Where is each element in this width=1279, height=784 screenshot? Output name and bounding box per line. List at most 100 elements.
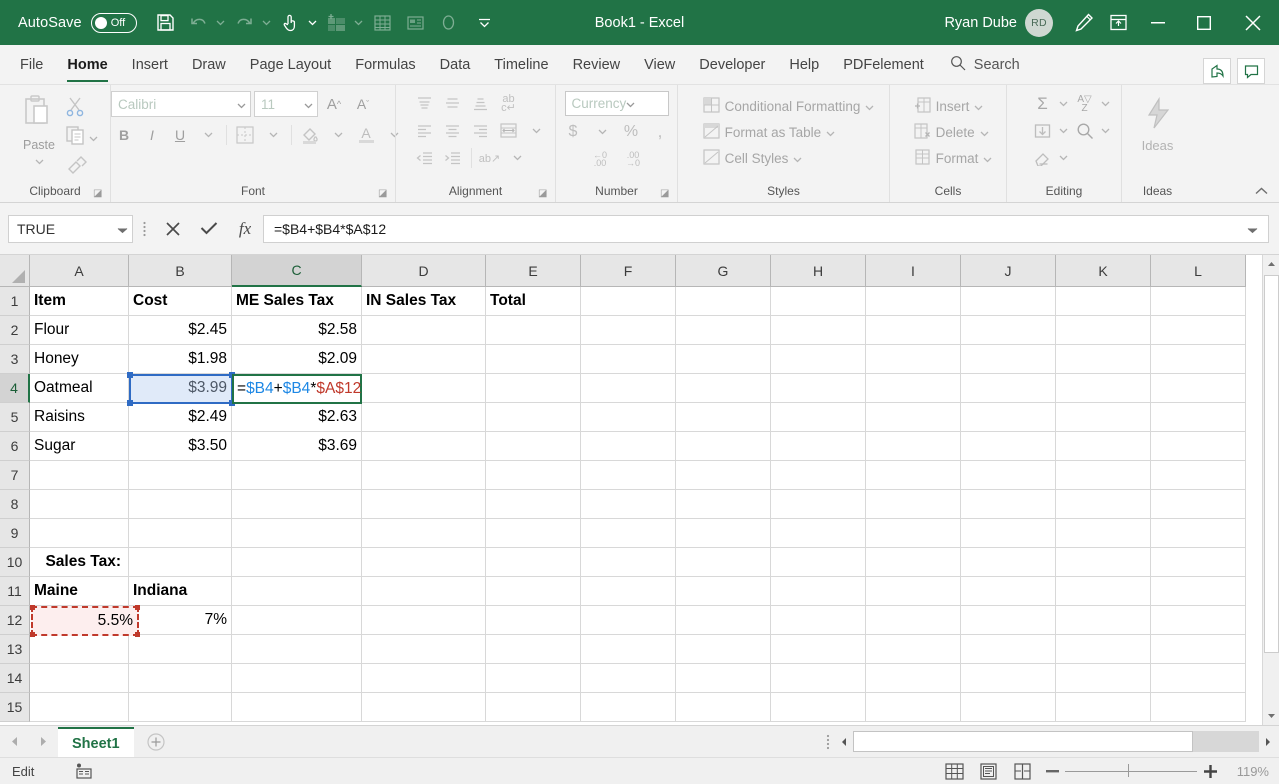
cell-H10[interactable] — [771, 548, 866, 577]
cell-K11[interactable] — [1056, 577, 1151, 606]
cell-A15[interactable] — [30, 693, 129, 722]
fill-icon[interactable] — [1030, 118, 1056, 144]
align-top-icon[interactable] — [412, 91, 438, 117]
increase-decimal-icon[interactable]: ←0.00 — [587, 146, 613, 172]
horizontal-scrollbar-track[interactable] — [853, 731, 1259, 752]
maximize-button[interactable] — [1181, 0, 1227, 45]
fill-chevron-down-icon[interactable] — [1057, 118, 1071, 144]
clear-chevron-down-icon[interactable] — [1057, 145, 1071, 171]
cell-A2[interactable]: Flour — [30, 316, 129, 345]
cell-E10[interactable] — [486, 548, 581, 577]
cell-A3[interactable]: Honey — [30, 345, 129, 374]
cell-B10[interactable] — [129, 548, 232, 577]
cell-I8[interactable] — [866, 490, 961, 519]
insert-function-icon[interactable]: fx — [227, 214, 263, 244]
autosave-toggle[interactable]: Off — [90, 12, 137, 33]
cell-A5[interactable]: Raisins — [30, 403, 129, 432]
cell-J5[interactable] — [961, 403, 1056, 432]
sheet-area-resize-grip[interactable] — [821, 732, 835, 752]
cell-K1[interactable] — [1056, 287, 1151, 316]
underline-chevron-down-icon[interactable] — [195, 122, 221, 148]
cell-F13[interactable] — [581, 635, 676, 664]
cell-D11[interactable] — [362, 577, 486, 606]
cell-E9[interactable] — [486, 519, 581, 548]
increase-indent-icon[interactable] — [440, 145, 466, 171]
cell-E15[interactable] — [486, 693, 581, 722]
tab-developer[interactable]: Developer — [687, 46, 777, 84]
tab-home[interactable]: Home — [55, 46, 119, 84]
insert-cells-chevron-down-icon[interactable] — [974, 99, 983, 114]
cell-I13[interactable] — [866, 635, 961, 664]
column-header-B[interactable]: B — [129, 255, 232, 287]
cell-L7[interactable] — [1151, 461, 1246, 490]
fill-color-chevron-down-icon[interactable] — [325, 122, 351, 148]
cell-G8[interactable] — [676, 490, 771, 519]
cell-D14[interactable] — [362, 664, 486, 693]
expand-formula-bar-chevron-down-icon[interactable] — [1247, 221, 1262, 237]
fill-color-icon[interactable] — [297, 122, 323, 148]
cell-F4[interactable] — [581, 374, 676, 403]
paste-button[interactable]: Paste — [12, 91, 66, 170]
cell-F10[interactable] — [581, 548, 676, 577]
cell-J2[interactable] — [961, 316, 1056, 345]
cell-D7[interactable] — [362, 461, 486, 490]
cell-L12[interactable] — [1151, 606, 1246, 635]
cell-H8[interactable] — [771, 490, 866, 519]
save-icon[interactable] — [151, 8, 181, 38]
cell-I9[interactable] — [866, 519, 961, 548]
spreadsheet-grid[interactable]: A B C D E F G H I J K L 1 2 3 4 5 6 7 8 … — [0, 255, 1279, 725]
cell-E5[interactable] — [486, 403, 581, 432]
wrap-text-chevron-down-icon[interactable] — [524, 118, 550, 144]
record-icon[interactable] — [434, 8, 464, 38]
cell-L14[interactable] — [1151, 664, 1246, 693]
conditional-formatting-button[interactable]: Conditional Formatting — [702, 94, 875, 119]
sheet-tab-sheet1[interactable]: Sheet1 — [58, 727, 134, 758]
cell-L8[interactable] — [1151, 490, 1246, 519]
cell-I15[interactable] — [866, 693, 961, 722]
cell-J9[interactable] — [961, 519, 1056, 548]
cell-I3[interactable] — [866, 345, 961, 374]
formula-bar-grip[interactable] — [133, 221, 155, 237]
cell-L3[interactable] — [1151, 345, 1246, 374]
row-header-15[interactable]: 15 — [0, 693, 30, 722]
wrap-text-icon[interactable] — [496, 118, 522, 144]
cell-K13[interactable] — [1056, 635, 1151, 664]
cell-B12[interactable]: 7% — [129, 606, 232, 635]
cell-A9[interactable] — [30, 519, 129, 548]
cell-G11[interactable] — [676, 577, 771, 606]
scroll-left-arrow-icon[interactable] — [835, 731, 853, 752]
row-header-7[interactable]: 7 — [0, 461, 30, 490]
cell-H3[interactable] — [771, 345, 866, 374]
avatar[interactable]: RD — [1025, 8, 1053, 37]
zoom-in-icon[interactable] — [1197, 758, 1223, 784]
row-header-12[interactable]: 12 — [0, 606, 30, 635]
cut-icon[interactable] — [66, 97, 84, 122]
cell-B3[interactable]: $1.98 — [129, 345, 232, 374]
cell-C5[interactable]: $2.63 — [232, 403, 362, 432]
accounting-chevron-down-icon[interactable] — [589, 119, 615, 145]
cell-L4[interactable] — [1151, 374, 1246, 403]
cell-C2[interactable]: $2.58 — [232, 316, 362, 345]
cell-G10[interactable] — [676, 548, 771, 577]
row-header-13[interactable]: 13 — [0, 635, 30, 664]
cell-A4[interactable]: Oatmeal — [30, 374, 129, 403]
cell-B7[interactable] — [129, 461, 232, 490]
cell-G12[interactable] — [676, 606, 771, 635]
orientation-icon[interactable]: ab c↵ — [496, 91, 522, 117]
tab-draw[interactable]: Draw — [180, 46, 238, 84]
cell-D10[interactable] — [362, 548, 486, 577]
font-dialog-launcher[interactable]: ◪ — [378, 188, 390, 200]
cell-J15[interactable] — [961, 693, 1056, 722]
name-box[interactable]: TRUE — [8, 214, 133, 243]
cell-I12[interactable] — [866, 606, 961, 635]
cell-E11[interactable] — [486, 577, 581, 606]
new-sheet-chevron-down-icon[interactable] — [352, 8, 365, 38]
accounting-format-icon[interactable]: $ — [560, 119, 586, 145]
comma-style-icon[interactable]: , — [647, 119, 673, 145]
cell-A7[interactable] — [30, 461, 129, 490]
number-dialog-launcher[interactable]: ◪ — [660, 188, 672, 200]
ribbon-display-options-icon[interactable] — [1101, 0, 1135, 45]
cell-D9[interactable] — [362, 519, 486, 548]
cell-I6[interactable] — [866, 432, 961, 461]
cell-L5[interactable] — [1151, 403, 1246, 432]
